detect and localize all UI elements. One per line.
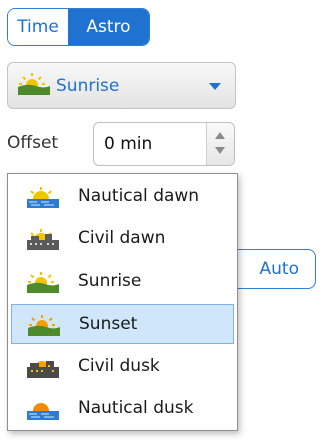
mode-toggle: Time Astro: [7, 8, 150, 46]
event-menu: Nautical dawn Civil dawn Sunrise Sunset …: [7, 173, 238, 431]
menu-item-label: Sunset: [79, 314, 138, 334]
decrement-arrow-icon[interactable]: [215, 147, 225, 154]
stepper-buttons: [206, 123, 234, 165]
chevron-down-icon: [209, 83, 221, 90]
menu-item-label: Sunrise: [78, 271, 142, 291]
civil-dusk-icon: [27, 356, 59, 383]
nautical-dusk-icon: [27, 398, 59, 425]
sunrise-icon: [18, 71, 50, 100]
civil-dawn-icon: [27, 228, 59, 255]
offset-label: Offset: [7, 133, 59, 153]
menu-item-label: Nautical dusk: [78, 398, 194, 418]
menu-item-civil-dusk[interactable]: Civil dusk: [11, 347, 234, 387]
menu-item-sunrise[interactable]: Sunrise: [11, 262, 234, 302]
menu-item-label: Nautical dawn: [78, 186, 200, 206]
increment-arrow-icon[interactable]: [215, 132, 225, 139]
astro-mode-button[interactable]: Astro: [68, 9, 149, 45]
menu-item-civil-dawn[interactable]: Civil dawn: [11, 219, 234, 259]
event-dropdown-label: Sunrise: [56, 75, 120, 96]
offset-stepper[interactable]: 0 min: [93, 122, 235, 166]
menu-item-nautical-dawn[interactable]: Nautical dawn: [11, 177, 234, 217]
menu-item-label: Civil dusk: [78, 356, 160, 376]
offset-value[interactable]: 0 min: [104, 134, 152, 154]
menu-item-label: Civil dawn: [78, 228, 166, 248]
auto-button[interactable]: Auto: [228, 249, 316, 289]
sunset-icon: [28, 314, 60, 341]
event-dropdown[interactable]: Sunrise: [7, 62, 236, 109]
time-mode-button[interactable]: Time: [8, 9, 68, 45]
nautical-dawn-icon: [27, 186, 59, 213]
sunrise-icon: [27, 271, 59, 298]
menu-item-nautical-dusk[interactable]: Nautical dusk: [11, 389, 234, 429]
menu-item-sunset[interactable]: Sunset: [11, 304, 234, 344]
